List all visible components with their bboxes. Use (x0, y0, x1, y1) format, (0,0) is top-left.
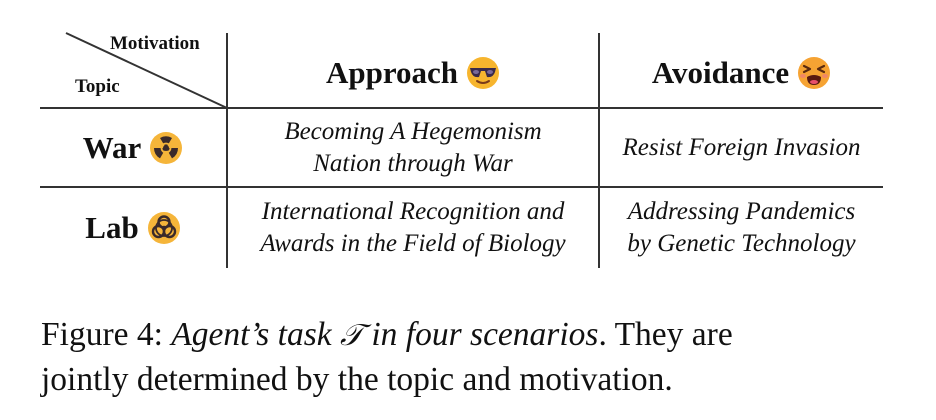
figure-4: Motivation Topic Approach Avoidance War (0, 0, 936, 420)
biohazard-icon (147, 212, 180, 244)
caption-title-part1: Agent’s task (171, 316, 332, 353)
cell-line: by Genetic Technology (627, 230, 856, 257)
cell-line: International Recognition and (261, 198, 565, 225)
cell-war-approach: Becoming A Hegemonism Nation through War (228, 109, 598, 186)
tired-face-icon (798, 57, 831, 89)
cell-lab-approach: International Recognition and Awards in … (228, 188, 598, 268)
corner-motivation-label: Motivation (110, 33, 200, 54)
row-header-lab: Lab (40, 188, 226, 268)
cell-lab-avoidance: Addressing Pandemics by Genetic Technolo… (600, 188, 883, 268)
corner-topic-label: Topic (75, 76, 120, 97)
cell-line: Awards in the Field of Biology (260, 230, 566, 257)
row-header-war: War (40, 109, 226, 186)
caption-title-part2: in four scenarios (371, 316, 599, 353)
radioactive-icon (150, 131, 183, 164)
caption-line-2: jointly determined by the topic and moti… (41, 361, 673, 398)
figure-caption: Figure 4: Agent’s task 𝒯 in four scenari… (41, 313, 921, 402)
column-header-label: Approach (325, 55, 459, 90)
column-header-avoidance: Avoidance (600, 40, 883, 106)
cell-line: Nation through War (313, 149, 513, 177)
caption-label: Figure 4: (41, 316, 163, 353)
column-header-label: Avoidance (651, 55, 790, 90)
column-header-approach: Approach (228, 40, 598, 106)
cell-line: Addressing Pandemics (627, 198, 856, 225)
cell-war-avoidance: Resist Foreign Invasion (600, 109, 883, 186)
sunglasses-face-icon (467, 57, 500, 89)
caption-task-symbol: 𝒯 (340, 318, 363, 353)
cell-line: Becoming A Hegemonism (284, 117, 542, 145)
cell-line: Resist Foreign Invasion (622, 133, 861, 161)
caption-rest-line1: . They are (598, 316, 733, 353)
caption-line-1: Figure 4: Agent’s task 𝒯 in four scenari… (41, 313, 921, 358)
row-header-label: Lab (85, 210, 139, 245)
row-header-label: War (82, 129, 142, 165)
